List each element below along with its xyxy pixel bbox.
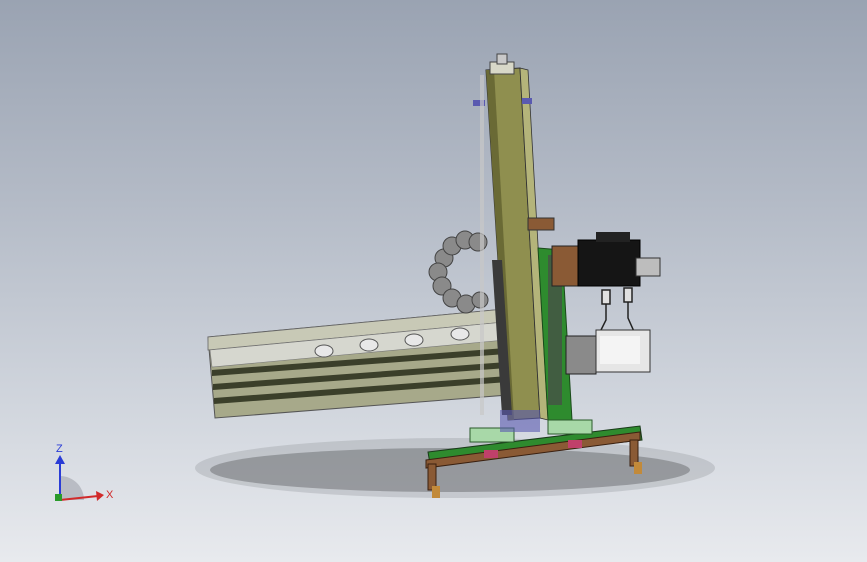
robot-gantry-model[interactable] bbox=[0, 0, 867, 562]
x-axis-arrow bbox=[96, 491, 104, 501]
servo-motor-bottom[interactable] bbox=[565, 329, 651, 375]
z-axis-arrow bbox=[55, 455, 65, 464]
horizontal-slide-beam[interactable] bbox=[207, 308, 509, 419]
z-axis-label: Z bbox=[56, 443, 63, 455]
cad-viewport[interactable]: Z X bbox=[0, 0, 867, 562]
x-axis-label: X bbox=[106, 489, 114, 501]
cable-connectors bbox=[597, 287, 637, 337]
column-bracket[interactable] bbox=[527, 217, 555, 231]
cable-chain[interactable] bbox=[428, 230, 489, 314]
triad-quadrant bbox=[60, 476, 84, 500]
y-axis-marker bbox=[55, 494, 62, 501]
servo-motor-top[interactable] bbox=[551, 232, 661, 287]
axis-triad: Z X bbox=[55, 443, 114, 501]
